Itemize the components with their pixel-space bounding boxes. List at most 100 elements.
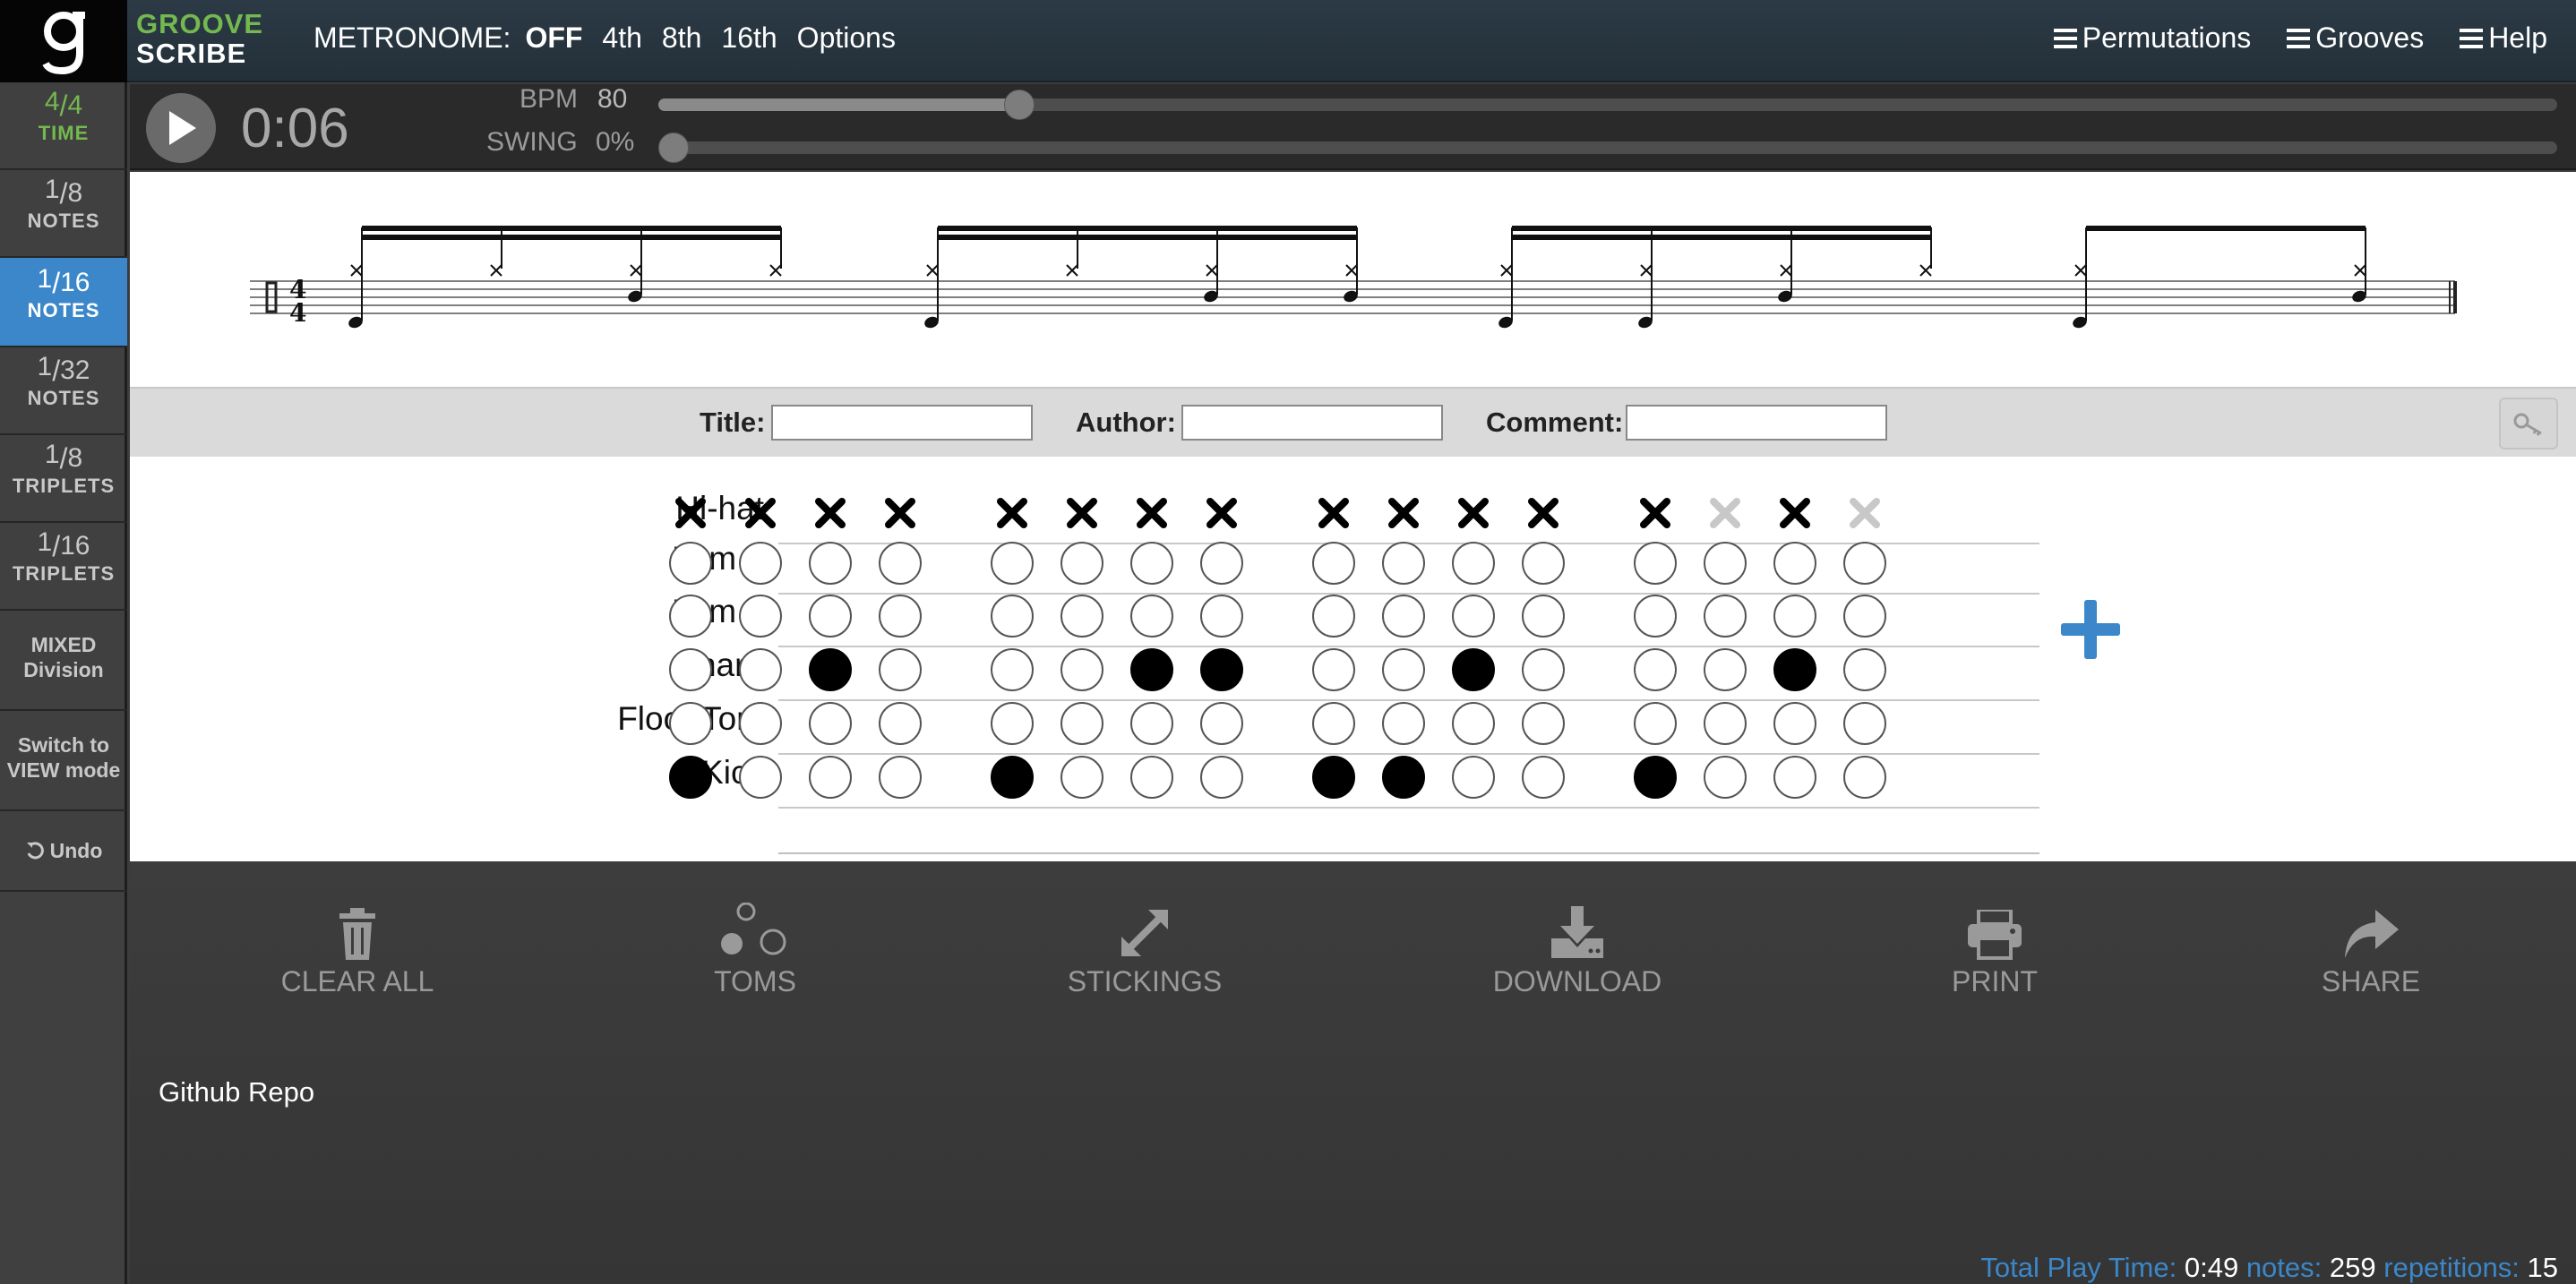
tom-1-note-15[interactable] xyxy=(1773,542,1816,585)
floor-tom-note-2[interactable] xyxy=(739,702,782,745)
kick-note-7[interactable] xyxy=(1130,756,1173,799)
kick-note-12[interactable] xyxy=(1522,756,1565,799)
snare-note-3[interactable] xyxy=(809,648,852,691)
snare-note-10[interactable] xyxy=(1382,648,1425,691)
title-input[interactable] xyxy=(771,405,1033,441)
sidebar-time-signature[interactable]: 4/4 TIME xyxy=(0,82,127,170)
floor-tom-note-16[interactable] xyxy=(1843,702,1886,745)
hi-hat-note-8[interactable] xyxy=(1200,492,1243,535)
hi-hat-note-2[interactable] xyxy=(739,492,782,535)
print-button[interactable]: PRINT xyxy=(1878,903,2111,998)
floor-tom-note-12[interactable] xyxy=(1522,702,1565,745)
sidebar-item-sixteenth-triplets[interactable]: 1/16 TRIPLETS xyxy=(0,523,127,611)
tom-1-note-13[interactable] xyxy=(1634,542,1677,585)
tom-2-note-2[interactable] xyxy=(739,595,782,638)
add-measure-plus-icon[interactable] xyxy=(2061,600,2120,659)
hi-hat-note-9[interactable] xyxy=(1312,492,1355,535)
sidebar-item-eighth-notes[interactable]: 1/8 NOTES xyxy=(0,170,127,258)
floor-tom-note-10[interactable] xyxy=(1382,702,1425,745)
menu-grooves[interactable]: Grooves xyxy=(2287,21,2424,55)
hi-hat-note-7[interactable] xyxy=(1130,492,1173,535)
hi-hat-note-14[interactable] xyxy=(1704,492,1747,535)
tom-2-note-11[interactable] xyxy=(1452,595,1495,638)
hi-hat-note-12[interactable] xyxy=(1522,492,1565,535)
tom-2-note-7[interactable] xyxy=(1130,595,1173,638)
hi-hat-note-15[interactable] xyxy=(1773,492,1816,535)
sidebar-item-eighth-triplets[interactable]: 1/8 TRIPLETS xyxy=(0,435,127,523)
floor-tom-note-8[interactable] xyxy=(1200,702,1243,745)
metronome-options-menu[interactable]: Options xyxy=(797,21,896,55)
snare-note-13[interactable] xyxy=(1634,648,1677,691)
toms-button[interactable]: TOMS xyxy=(639,903,872,998)
kick-note-2[interactable] xyxy=(739,756,782,799)
github-repo-link[interactable]: Github Repo xyxy=(159,1076,314,1109)
floor-tom-note-11[interactable] xyxy=(1452,702,1495,745)
snare-note-14[interactable] xyxy=(1704,648,1747,691)
play-button[interactable] xyxy=(146,93,216,163)
floor-tom-note-4[interactable] xyxy=(879,702,922,745)
tom-1-note-12[interactable] xyxy=(1522,542,1565,585)
snare-note-1[interactable] xyxy=(669,648,712,691)
floor-tom-note-1[interactable] xyxy=(669,702,712,745)
kick-note-8[interactable] xyxy=(1200,756,1243,799)
tom-1-note-10[interactable] xyxy=(1382,542,1425,585)
hi-hat-note-3[interactable] xyxy=(809,492,852,535)
kick-note-3[interactable] xyxy=(809,756,852,799)
snare-note-9[interactable] xyxy=(1312,648,1355,691)
kick-note-10[interactable] xyxy=(1382,756,1425,799)
tom-2-note-3[interactable] xyxy=(809,595,852,638)
comment-input[interactable] xyxy=(1626,405,1887,441)
tom-2-note-13[interactable] xyxy=(1634,595,1677,638)
floor-tom-note-9[interactable] xyxy=(1312,702,1355,745)
bpm-slider[interactable] xyxy=(658,90,2557,120)
sidebar-item-sixteenth-notes[interactable]: 1/16 NOTES xyxy=(0,258,127,347)
stickings-button[interactable]: STICKINGS xyxy=(1028,903,1261,998)
switch-view-mode-button[interactable]: Switch to VIEW mode xyxy=(0,711,127,811)
kick-note-14[interactable] xyxy=(1704,756,1747,799)
floor-tom-note-6[interactable] xyxy=(1060,702,1103,745)
floor-tom-note-5[interactable] xyxy=(991,702,1034,745)
swing-slider-handle[interactable] xyxy=(658,133,689,163)
snare-note-12[interactable] xyxy=(1522,648,1565,691)
kick-note-13[interactable] xyxy=(1634,756,1677,799)
tom-1-note-5[interactable] xyxy=(991,542,1034,585)
tom-1-note-3[interactable] xyxy=(809,542,852,585)
tom-2-note-6[interactable] xyxy=(1060,595,1103,638)
download-button[interactable]: DOWNLOAD xyxy=(1461,903,1694,998)
tom-2-note-12[interactable] xyxy=(1522,595,1565,638)
metronome-off-option[interactable]: OFF xyxy=(525,21,582,55)
tom-2-note-8[interactable] xyxy=(1200,595,1243,638)
kick-note-15[interactable] xyxy=(1773,756,1816,799)
metronome-8th-option[interactable]: 8th xyxy=(662,21,701,55)
tom-2-note-4[interactable] xyxy=(879,595,922,638)
tom-2-note-5[interactable] xyxy=(991,595,1034,638)
tom-1-note-1[interactable] xyxy=(669,542,712,585)
floor-tom-note-3[interactable] xyxy=(809,702,852,745)
advanced-edit-button[interactable] xyxy=(2499,398,2558,449)
undo-button[interactable]: Undo xyxy=(0,811,127,892)
tom-2-note-15[interactable] xyxy=(1773,595,1816,638)
metronome-16th-option[interactable]: 16th xyxy=(721,21,777,55)
snare-note-8[interactable] xyxy=(1200,648,1243,691)
floor-tom-note-15[interactable] xyxy=(1773,702,1816,745)
hi-hat-note-13[interactable] xyxy=(1634,492,1677,535)
floor-tom-note-13[interactable] xyxy=(1634,702,1677,745)
sidebar-item-mixed-division[interactable]: MIXED Division xyxy=(0,611,127,711)
kick-note-5[interactable] xyxy=(991,756,1034,799)
floor-tom-note-14[interactable] xyxy=(1704,702,1747,745)
hi-hat-note-16[interactable] xyxy=(1843,492,1886,535)
kick-note-4[interactable] xyxy=(879,756,922,799)
hi-hat-note-4[interactable] xyxy=(879,492,922,535)
hi-hat-note-1[interactable] xyxy=(669,492,712,535)
tom-1-note-7[interactable] xyxy=(1130,542,1173,585)
hi-hat-note-6[interactable] xyxy=(1060,492,1103,535)
snare-note-7[interactable] xyxy=(1130,648,1173,691)
tom-1-note-6[interactable] xyxy=(1060,542,1103,585)
menu-permutations[interactable]: Permutations xyxy=(2053,21,2251,55)
hi-hat-note-11[interactable] xyxy=(1452,492,1495,535)
tom-2-note-1[interactable] xyxy=(669,595,712,638)
bpm-slider-handle[interactable] xyxy=(1003,90,1035,120)
floor-tom-note-7[interactable] xyxy=(1130,702,1173,745)
tom-1-note-8[interactable] xyxy=(1200,542,1243,585)
snare-note-4[interactable] xyxy=(879,648,922,691)
